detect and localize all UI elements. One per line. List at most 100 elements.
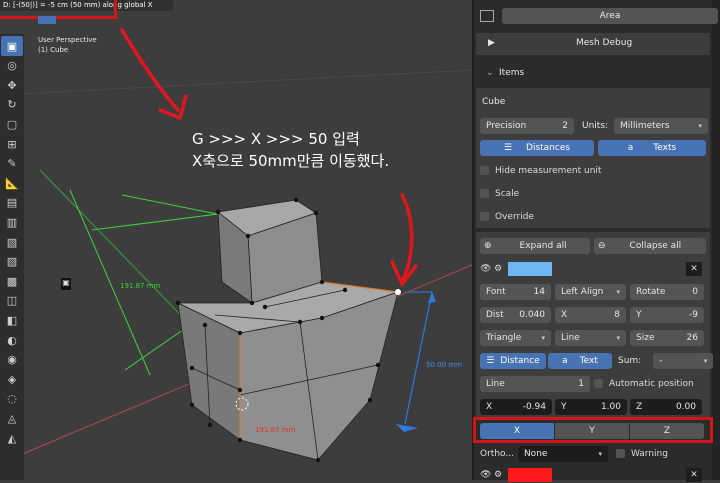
x-offset-field[interactable]: X8 (555, 306, 626, 323)
close-icon[interactable]: ✕ (686, 261, 702, 276)
grid-icon (480, 9, 494, 22)
line-label: Line (486, 378, 505, 389)
item-header-row: 👁 ⚙ ✕ (480, 260, 702, 277)
rotate-icon[interactable]: ↻ (1, 95, 23, 115)
green-dim-line (91, 212, 227, 231)
override-checkbox[interactable] (480, 212, 489, 221)
select-box-icon[interactable]: ▣ (1, 36, 23, 56)
chevron-down-icon: ▾ (698, 121, 703, 130)
override-row[interactable]: Override (480, 208, 534, 225)
units-select[interactable]: Millimeters ▾ (614, 117, 709, 134)
rotate-field[interactable]: Rotate 0 (630, 283, 704, 300)
text-button[interactable]: a Text (548, 352, 612, 369)
override-label: Override (495, 211, 534, 222)
edge-slide-icon[interactable]: ◈ (1, 369, 23, 389)
rotate-value: 0 (692, 286, 698, 297)
viewport-scene (0, 28, 472, 463)
dist-field[interactable]: Dist 0.040 (480, 306, 551, 323)
items-label: Items (499, 68, 525, 78)
area-row: Area (480, 7, 718, 24)
mesh-debug-label: Mesh Debug (576, 38, 633, 48)
texts-button[interactable]: a Texts (598, 139, 706, 156)
object-name: Cube (482, 97, 506, 107)
knife-icon[interactable]: ◫ (1, 291, 23, 311)
hide-unit-checkbox[interactable] (480, 166, 489, 175)
inset-icon[interactable]: ▧ (1, 232, 23, 252)
green-dim-line (121, 194, 223, 216)
transform-icon[interactable]: ⊞ (1, 134, 23, 154)
scale-icon[interactable]: ▢ (1, 114, 23, 134)
pos-y-field[interactable]: Y 1.00 (555, 398, 627, 415)
ortho-select[interactable]: None ▾ (517, 445, 608, 462)
size-label: Size (636, 332, 655, 343)
red-dim-label: 191.87 mm (255, 426, 296, 434)
spin-icon[interactable]: ◐ (1, 330, 23, 350)
expand-all-button[interactable]: ⊕ Expand all (480, 237, 590, 254)
line-field[interactable]: Line 1 (480, 375, 590, 392)
arrow-select[interactable]: Triangle ▾ (480, 329, 551, 346)
expand-arrow-icon: ▶ (488, 38, 495, 48)
precision-row: Precision 2 Units: Millimeters ▾ (480, 117, 709, 134)
grid-line (0, 69, 472, 96)
hide-unit-row[interactable]: Hide measurement unit (480, 162, 601, 179)
collapse-all-button[interactable]: ⊖ Collapse all (594, 237, 706, 254)
dist-row: Dist 0.040 X8 Y -9 (480, 306, 704, 323)
blue-dim-arrow (428, 292, 436, 303)
poly-build-icon[interactable]: ◧ (1, 310, 23, 330)
smooth-icon[interactable]: ◉ (1, 350, 23, 370)
line-style-select[interactable]: Line ▾ (555, 329, 626, 346)
chevron-down-icon: ▾ (616, 287, 620, 296)
gear-icon[interactable]: ⚙ (494, 264, 508, 274)
auto-position-checkbox[interactable] (594, 379, 603, 388)
warning-checkbox[interactable] (615, 449, 625, 458)
eye-icon[interactable]: 👁 (480, 264, 494, 274)
shrink-fatten-icon[interactable]: ◌ (1, 389, 23, 409)
font-field[interactable]: Font 14 (480, 283, 551, 300)
area-button[interactable]: Area (502, 7, 718, 24)
pos-x-field[interactable]: X -0.94 (480, 398, 552, 415)
distance-button[interactable]: ☰ Distance (480, 352, 546, 369)
distances-button[interactable]: ☰ Distances (480, 139, 594, 156)
rip-icon[interactable]: ◭ (1, 428, 23, 448)
extrude-icon[interactable]: ▥ (1, 212, 23, 232)
shear-icon[interactable]: ◬ (1, 408, 23, 428)
expand-all-label: Expand all (519, 240, 567, 251)
color-swatch[interactable] (508, 467, 552, 482)
y-offset-field[interactable]: Y -9 (630, 306, 704, 323)
add-cube-icon[interactable]: ▤ (1, 193, 23, 213)
scale-checkbox[interactable] (480, 189, 489, 198)
precision-field[interactable]: Precision 2 (480, 117, 574, 134)
x-value: 8 (614, 309, 620, 320)
y-label: Y (636, 309, 642, 320)
auto-position-label: Automatic position (609, 378, 694, 389)
eye-icon[interactable]: 👁 (480, 470, 494, 480)
loop-cut-icon[interactable]: ▩ (1, 271, 23, 291)
text-label: Text (579, 355, 598, 366)
3d-viewport[interactable]: D: [-(50|)] = -5 cm (50 mm) along global… (0, 0, 472, 480)
snap-icon[interactable] (38, 16, 56, 24)
camera-icon[interactable]: ▣ (61, 278, 71, 290)
color-swatch[interactable] (508, 261, 552, 276)
sidebar-tabs[interactable] (712, 0, 720, 480)
distance-label: Distance (500, 355, 540, 366)
align-select[interactable]: Left Align ▾ (555, 283, 626, 300)
move-icon[interactable]: ✥ (1, 75, 23, 95)
pos-z-field[interactable]: Z 0.00 (630, 398, 702, 415)
hide-unit-label: Hide measurement unit (495, 165, 602, 176)
font-label: Font (486, 286, 506, 297)
scale-row[interactable]: Scale (480, 185, 519, 202)
bevel-icon[interactable]: ▨ (1, 252, 23, 272)
pos-y-value: 1.00 (600, 401, 621, 412)
cursor-icon[interactable]: ◎ (1, 56, 23, 76)
red-arrow-head (158, 94, 188, 121)
arrow-value: Triangle (486, 332, 522, 343)
size-field[interactable]: Size 26 (630, 329, 704, 346)
sum-select[interactable]: - ▾ (653, 352, 714, 369)
annotate-icon[interactable]: ✎ (1, 154, 23, 174)
measure-icon[interactable]: 📐 (1, 173, 23, 193)
align-value: Left Align (561, 286, 604, 297)
gear-icon[interactable]: ⚙ (494, 470, 508, 480)
close-icon[interactable]: ✕ (686, 467, 702, 482)
pos-x-label: X (486, 401, 493, 412)
chevron-down-icon: ▾ (616, 333, 620, 342)
